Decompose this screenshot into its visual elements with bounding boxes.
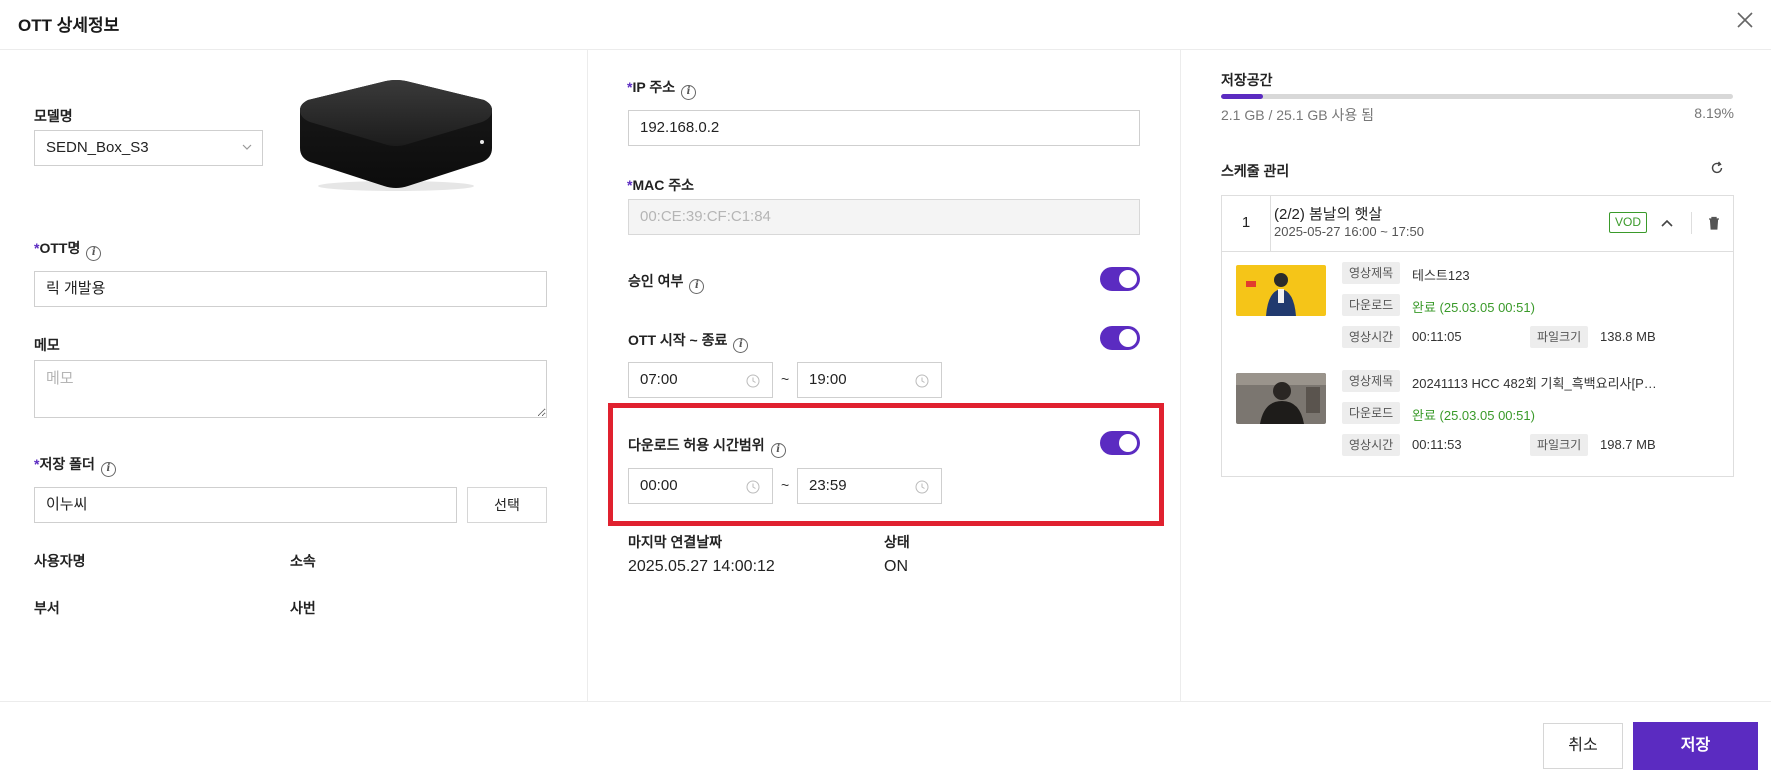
video-thumbnail [1236, 265, 1326, 316]
time-range-separator: ~ [781, 371, 790, 387]
info-icon[interactable]: i [681, 85, 697, 100]
clock-icon [915, 480, 929, 494]
memo-textarea[interactable] [34, 360, 547, 418]
video-title-tag: 영상제목 [1342, 370, 1401, 392]
download-tag: 다운로드 [1342, 402, 1401, 424]
employee-number-label: 사번 [290, 600, 316, 616]
storage-label: 저장공간 [1221, 72, 1273, 88]
schedule-card: 1 (2/2) 봄날의 햇살 2025-05-27 16:00 ~ 17:50 … [1221, 195, 1734, 477]
modal-footer [0, 701, 1771, 779]
storage-progress-fill [1221, 94, 1263, 99]
info-icon[interactable]: i [689, 279, 705, 294]
chevron-up-icon[interactable] [1659, 215, 1675, 231]
modal-header: OTT 상세정보 [0, 0, 1771, 50]
trash-icon[interactable] [1706, 215, 1722, 231]
schedule-label: 스케줄 관리 [1221, 163, 1290, 179]
ott-name-input[interactable]: 릭 개발용 [34, 271, 547, 307]
column-divider [1180, 50, 1181, 701]
folder-label: *저장 폴더 i [34, 454, 116, 477]
storage-used-text: 2.1 GB / 25.1 GB 사용 됨 [1221, 107, 1375, 123]
mac-input: 00:CE:39:CF:C1:84 [628, 199, 1140, 235]
close-icon[interactable] [1733, 8, 1757, 32]
status-label: 상태 [884, 534, 910, 550]
video-duration: 00:11:05 [1412, 329, 1462, 344]
video-title: 테스트123 [1412, 268, 1470, 283]
download-start-time-input[interactable]: 00:00 [628, 468, 773, 504]
approval-label: 승인 여부 i [628, 271, 705, 294]
video-duration: 00:11:53 [1412, 437, 1462, 452]
affiliation-label: 소속 [290, 553, 316, 569]
download-status: 완료 (25.03.05 00:51) [1412, 300, 1535, 315]
ott-start-time-input[interactable]: 07:00 [628, 362, 773, 398]
save-button[interactable]: 저장 [1633, 722, 1758, 770]
ip-input[interactable]: 192.168.0.2 [628, 110, 1140, 146]
info-icon[interactable]: i [770, 443, 786, 458]
memo-label: 메모 [34, 337, 60, 353]
schedule-time: 2025-05-27 16:00 ~ 17:50 [1274, 224, 1424, 239]
model-select[interactable]: SEDN_Box_S3 [34, 130, 263, 166]
approval-toggle[interactable] [1100, 267, 1140, 291]
ott-end-time-input[interactable]: 19:00 [797, 362, 942, 398]
clock-icon [746, 480, 760, 494]
schedule-header[interactable]: 1 (2/2) 봄날의 햇살 2025-05-27 16:00 ~ 17:50 … [1222, 196, 1733, 252]
schedule-number: 1 [1222, 196, 1271, 252]
video-title: 20241113 HCC 482회 기획_흑백요리사[P… [1412, 376, 1657, 391]
duration-tag: 영상시간 [1342, 434, 1401, 456]
department-label: 부서 [34, 600, 60, 616]
download-tag: 다운로드 [1342, 294, 1401, 316]
folder-input[interactable]: 이누씨 [34, 487, 457, 523]
info-icon[interactable]: i [733, 338, 749, 353]
modal-title: OTT 상세정보 [18, 16, 120, 35]
duration-tag: 영상시간 [1342, 326, 1401, 348]
ott-time-label: OTT 시작 ~ 종료 i [628, 330, 749, 353]
clock-icon [746, 374, 760, 388]
highlight-box [608, 403, 1164, 526]
video-title-tag: 영상제목 [1342, 262, 1401, 284]
video-thumbnail [1236, 373, 1326, 424]
file-size-tag: 파일크기 [1530, 434, 1589, 456]
folder-select-button[interactable]: 선택 [467, 487, 547, 523]
device-image [300, 80, 492, 191]
vod-badge: VOD [1609, 212, 1648, 233]
clock-icon [915, 374, 929, 388]
status-value: ON [884, 558, 908, 575]
cancel-button[interactable]: 취소 [1543, 723, 1623, 769]
download-time-toggle[interactable] [1100, 431, 1140, 455]
mac-label: *MAC 주소 [627, 177, 694, 193]
info-icon[interactable]: i [100, 462, 116, 477]
last-connection-label: 마지막 연결날짜 [628, 534, 723, 550]
download-status: 완료 (25.03.05 00:51) [1412, 408, 1535, 423]
model-select-value: SEDN_Box_S3 [46, 139, 149, 156]
column-divider [587, 50, 588, 701]
last-connection-value: 2025.05.27 14:00:12 [628, 558, 775, 575]
refresh-icon[interactable] [1709, 160, 1725, 176]
schedule-title: (2/2) 봄날의 햇살 [1274, 206, 1383, 223]
time-range-separator: ~ [781, 477, 790, 493]
storage-percent-text: 8.19% [1694, 105, 1734, 121]
ott-time-toggle[interactable] [1100, 326, 1140, 350]
file-size: 198.7 MB [1600, 437, 1656, 452]
user-name-label: 사용자명 [34, 553, 86, 569]
info-icon[interactable]: i [86, 246, 102, 261]
file-size: 138.8 MB [1600, 329, 1656, 344]
chevron-down-icon [242, 144, 252, 150]
download-time-label: 다운로드 허용 시간범위 i [628, 435, 786, 458]
model-label: 모델명 [34, 108, 73, 124]
file-size-tag: 파일크기 [1530, 326, 1589, 348]
ott-name-label: *OTT명 i [34, 238, 102, 261]
storage-progress-bar [1221, 94, 1733, 99]
ip-label: *IP 주소 i [627, 77, 697, 100]
download-end-time-input[interactable]: 23:59 [797, 468, 942, 504]
